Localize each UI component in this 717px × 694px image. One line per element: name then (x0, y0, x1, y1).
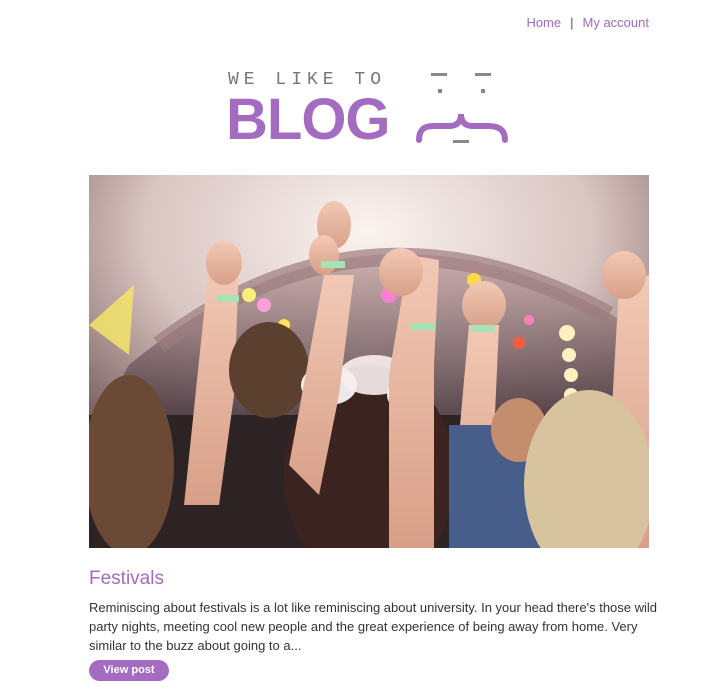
top-nav: Home | My account (526, 15, 649, 30)
post-title[interactable]: Festivals (89, 568, 164, 590)
nav-separator: | (570, 15, 574, 30)
view-post-button[interactable]: View post (89, 660, 169, 681)
site-logo[interactable]: WE LIKE TO BLOG (226, 70, 518, 152)
face-icon (416, 73, 508, 143)
festival-crowd-photo (89, 175, 649, 548)
post-excerpt: Reminiscing about festivals is a lot lik… (89, 600, 658, 653)
nav-my-account-link[interactable]: My account (583, 15, 649, 30)
page: Home | My account WE LIKE TO BLOG Festiv… (0, 0, 717, 694)
nav-home-link[interactable]: Home (526, 15, 561, 30)
hero-image[interactable] (89, 175, 649, 548)
logo-brand: BLOG (226, 87, 391, 152)
